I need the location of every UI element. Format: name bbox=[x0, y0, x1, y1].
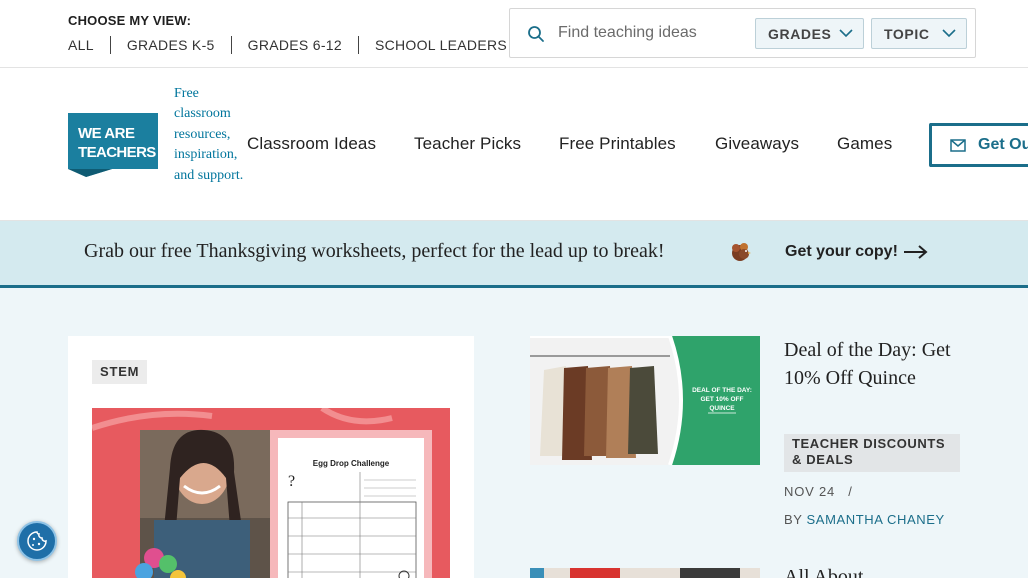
svg-text:?: ? bbox=[288, 473, 295, 490]
cookie-icon bbox=[27, 531, 47, 551]
search-input[interactable] bbox=[558, 19, 748, 47]
svg-text:QUINCE: QUINCE bbox=[709, 405, 735, 412]
view-option-grades-k5[interactable]: GRADES K-5 bbox=[109, 36, 231, 54]
turkey-icon bbox=[732, 243, 751, 261]
main-nav: WE ARE TEACHERS Free classroom resources… bbox=[0, 68, 1028, 221]
deal-article-date: NOV 24 / bbox=[784, 484, 853, 499]
date-separator: / bbox=[848, 484, 853, 499]
svg-text:GET 10% OFF: GET 10% OFF bbox=[701, 396, 744, 403]
search-icon[interactable] bbox=[527, 25, 545, 43]
grades-dropdown-label: GRADES bbox=[768, 26, 832, 42]
deal-article-category[interactable]: TEACHER DISCOUNTS & DEALS bbox=[784, 434, 960, 472]
cookie-settings-button[interactable] bbox=[17, 521, 57, 561]
chevron-down-icon bbox=[942, 29, 956, 38]
logo-line-1: WE ARE bbox=[78, 125, 135, 142]
category-tag[interactable]: STEM bbox=[92, 360, 148, 384]
chevron-down-icon bbox=[839, 29, 853, 38]
topic-dropdown[interactable]: TOPIC bbox=[871, 18, 967, 49]
second-article-thumbnail[interactable] bbox=[530, 568, 760, 578]
content-area: STEM Egg Drop Challenge ? DEAL OF THE DA… bbox=[0, 288, 1028, 578]
deal-article-byline: BY SAMANTHA CHANEY bbox=[784, 512, 945, 527]
image-worksheet-title: Egg Drop Challenge bbox=[313, 459, 390, 468]
by-label: BY bbox=[784, 512, 803, 527]
utility-bar: CHOOSE MY VIEW: ALL GRADES K-5 GRADES 6-… bbox=[0, 0, 1028, 68]
newsletter-button-label: Get Ou bbox=[978, 136, 1028, 153]
featured-article-image[interactable]: Egg Drop Challenge ? bbox=[92, 408, 450, 578]
banner-link[interactable]: Get your copy! bbox=[785, 243, 898, 261]
grades-dropdown[interactable]: GRADES bbox=[755, 18, 864, 49]
mail-icon bbox=[950, 139, 966, 152]
view-option-school-leaders[interactable]: SCHOOL LEADERS bbox=[357, 36, 523, 54]
deal-article-thumbnail[interactable]: DEAL OF THE DAY: GET 10% OFF QUINCE bbox=[530, 336, 760, 465]
search-bar: GRADES TOPIC bbox=[509, 8, 976, 58]
deal-article-title[interactable]: Deal of the Day: Get 10% Off Quince bbox=[784, 336, 964, 392]
date-text: NOV 24 bbox=[784, 484, 836, 499]
author-link[interactable]: SAMANTHA CHANEY bbox=[807, 512, 945, 527]
view-option-all[interactable]: ALL bbox=[68, 36, 110, 54]
nav-games[interactable]: Games bbox=[837, 134, 892, 154]
nav-giveaways[interactable]: Giveaways bbox=[715, 134, 799, 154]
banner-text: Grab our free Thanksgiving worksheets, p… bbox=[84, 240, 665, 262]
view-option-grades-6-12[interactable]: GRADES 6-12 bbox=[230, 36, 358, 54]
newsletter-button[interactable]: Get Ou bbox=[929, 123, 1028, 167]
topic-dropdown-label: TOPIC bbox=[884, 26, 930, 42]
svg-text:DEAL OF THE DAY:: DEAL OF THE DAY: bbox=[692, 387, 752, 394]
nav-classroom-ideas[interactable]: Classroom Ideas bbox=[247, 134, 376, 154]
nav-teacher-picks[interactable]: Teacher Picks bbox=[414, 134, 521, 154]
tagline: Free classroom resources, inspiration, a… bbox=[174, 86, 244, 183]
featured-article-card[interactable]: STEM Egg Drop Challenge ? bbox=[68, 336, 474, 578]
we-are-teachers-logo[interactable]: WE ARE TEACHERS bbox=[68, 113, 158, 177]
nav-free-printables[interactable]: Free Printables bbox=[559, 134, 676, 154]
arrow-right-icon[interactable] bbox=[903, 245, 929, 259]
view-switcher: ALL GRADES K-5 GRADES 6-12 SCHOOL LEADER… bbox=[68, 36, 523, 54]
promo-banner: Grab our free Thanksgiving worksheets, p… bbox=[0, 221, 1028, 288]
second-article-title[interactable]: All About bbox=[784, 566, 863, 578]
logo-line-2: TEACHERS bbox=[78, 144, 156, 161]
view-switcher-title: CHOOSE MY VIEW: bbox=[68, 13, 192, 28]
